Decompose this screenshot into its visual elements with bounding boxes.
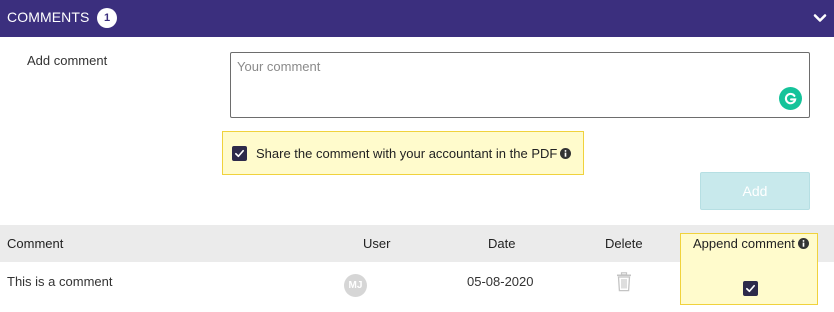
append-comment-checkbox[interactable] [743, 281, 758, 296]
comment-date: 05-08-2020 [467, 274, 534, 289]
add-comment-label: Add comment [27, 53, 108, 68]
add-comment-button[interactable]: Add [700, 172, 810, 210]
grammarly-icon[interactable] [779, 87, 802, 110]
share-label: Share the comment with your accountant i… [256, 145, 558, 161]
share-with-accountant-option[interactable]: Share the comment with your accountant i… [222, 131, 584, 175]
column-header-user: User [363, 236, 391, 251]
info-icon[interactable] [797, 238, 809, 249]
section-title: COMMENTS [7, 9, 90, 25]
comment-input[interactable] [230, 52, 810, 118]
column-header-delete: Delete [605, 236, 643, 251]
comment-text: This is a comment [7, 274, 113, 289]
column-header-date: Date [488, 236, 516, 251]
chevron-down-icon[interactable] [812, 10, 828, 26]
info-icon[interactable] [560, 147, 572, 159]
avatar: MJ [344, 274, 367, 297]
trash-icon[interactable] [615, 272, 633, 292]
comments-header[interactable]: COMMENTS 1 [0, 0, 834, 37]
column-header-append: Append comment [693, 236, 795, 251]
column-header-comment: Comment [7, 236, 64, 251]
share-checkbox[interactable] [232, 145, 247, 161]
comment-count-badge: 1 [97, 8, 117, 28]
